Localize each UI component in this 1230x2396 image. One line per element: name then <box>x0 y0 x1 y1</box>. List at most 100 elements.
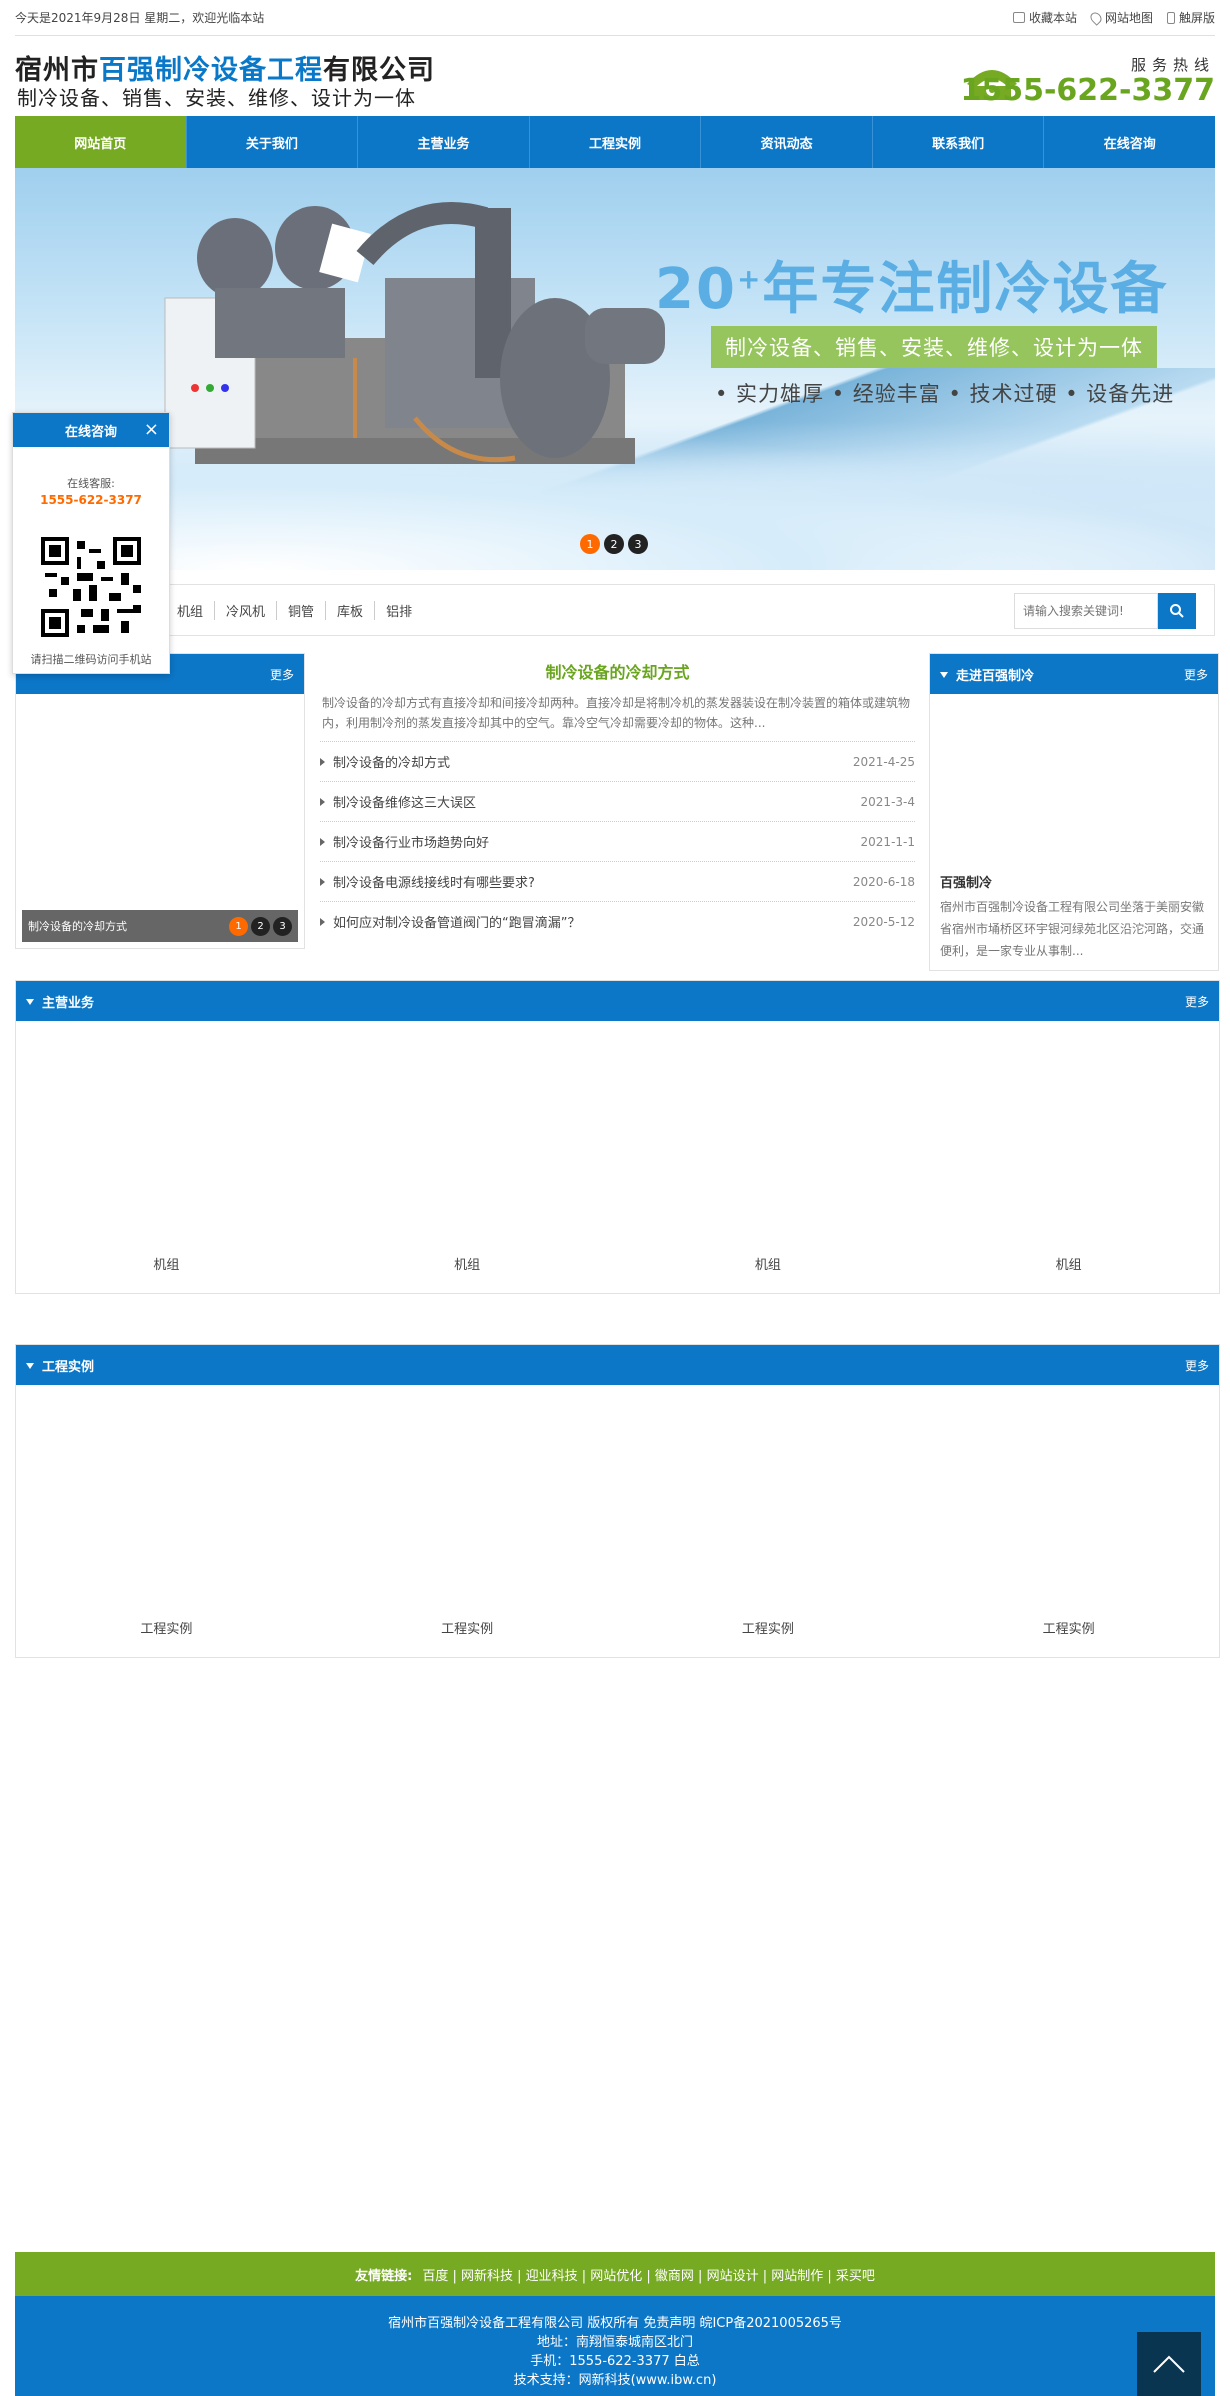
qr-code-icon <box>41 537 141 637</box>
search-button[interactable] <box>1158 593 1196 629</box>
featured-news-intro: 制冷设备的冷却方式有直接冷却和间接冷却两种。直接冷却是将制冷机的蒸发器装设在制冷… <box>322 696 911 730</box>
business-item[interactable]: 机组 <box>618 1254 919 1273</box>
category-link[interactable]: 铜管 <box>277 600 327 620</box>
copyright-line: 宿州市百强制冷设备工程有限公司 版权所有 免责声明 皖ICP备202100526… <box>388 2316 842 2331</box>
case-item[interactable]: 工程实例 <box>618 1618 919 1637</box>
search-box <box>1014 593 1196 629</box>
banner-headline-sup: + <box>736 262 763 296</box>
search-input[interactable] <box>1014 593 1158 629</box>
news-item[interactable]: 制冷设备维修这三大误区 2021-3-4 <box>320 781 915 821</box>
news-slideshow-panel: 更多 制冷设备的冷却方式 1 2 3 <box>15 653 305 949</box>
top-bar: 今天是2021年9月28日 星期二，欢迎光临本站 收藏本站 网站地图 触屏版 <box>15 0 1215 36</box>
category-link[interactable]: 库板 <box>326 600 376 620</box>
news-list: 制冷设备的冷却方式 2021-4-25 制冷设备维修这三大误区 2021-3-4 制… <box>320 741 915 941</box>
featured-news-title[interactable]: 制冷设备的冷却方式 <box>320 659 915 683</box>
chevron-up-icon <box>1153 2355 1185 2373</box>
bullet-icon <box>320 797 325 806</box>
nav-business[interactable]: 主营业务 <box>358 116 530 168</box>
banner-dot[interactable]: 2 <box>604 534 624 554</box>
news-title: 制冷设备的冷却方式 <box>333 756 451 771</box>
category-link[interactable]: 铝排 <box>375 601 423 620</box>
nav-home[interactable]: 网站首页 <box>15 116 187 168</box>
panel-header: 走进百强制冷 更多 <box>930 654 1218 694</box>
about-company-name: 百强制冷 <box>940 876 993 891</box>
case-item[interactable]: 工程实例 <box>317 1618 618 1637</box>
business-item[interactable]: 机组 <box>918 1254 1219 1273</box>
hotline-number: 1555-622-3377 <box>960 73 1215 108</box>
consult-service-label: 在线客服: <box>67 477 115 490</box>
arrow-down-icon <box>940 672 948 678</box>
category-link[interactable]: 冷风机 <box>215 600 278 620</box>
bullet-icon <box>320 757 325 766</box>
search-icon <box>1170 604 1184 618</box>
qr-caption: 请扫描二维码访问手机站 <box>30 653 152 666</box>
bullet-icon <box>320 837 325 846</box>
panel-title: 工程实例 <box>42 1359 95 1375</box>
more-link[interactable]: 更多 <box>1185 993 1209 1010</box>
news-item[interactable]: 如何应对制冷设备管道阀门的“跑冒滴漏”？ 2020-5-12 <box>320 901 915 941</box>
news-item[interactable]: 制冷设备行业市场趋势向好 2021-1-1 <box>320 821 915 861</box>
nav-about[interactable]: 关于我们 <box>187 116 359 168</box>
news-list-panel: 制冷设备的冷却方式 制冷设备的冷却方式有直接冷却和间接冷却两种。直接冷却是将制冷… <box>320 653 915 949</box>
slide-dot[interactable]: 1 <box>229 916 248 936</box>
nav-news[interactable]: 资讯动态 <box>701 116 873 168</box>
header: 宿州市百强制冷设备工程有限公司 制冷设备、销售、安装、维修、设计为一体 服务热线… <box>15 36 1215 116</box>
search-bar: 机组 冷风机 铜管 库板 铝排 <box>15 584 1215 636</box>
slideshow-caption-text: 制冷设备的冷却方式 <box>28 920 127 933</box>
nav-contact[interactable]: 联系我们 <box>873 116 1045 168</box>
news-item[interactable]: 制冷设备的冷却方式 2021-4-25 <box>320 741 915 781</box>
arrow-down-icon <box>26 1363 34 1369</box>
cases-grid: 工程实例 工程实例 工程实例 工程实例 <box>16 1618 1219 1637</box>
banner-dot[interactable]: 1 <box>580 534 600 554</box>
news-title: 如何应对制冷设备管道阀门的“跑冒滴漏”？ <box>333 916 581 931</box>
case-item[interactable]: 工程实例 <box>918 1618 1219 1637</box>
more-link[interactable]: 更多 <box>1185 1357 1209 1374</box>
banner-headline: 20+年专注制冷设备 <box>655 244 1168 325</box>
hero-banner[interactable]: 20+年专注制冷设备 制冷设备、销售、安装、维修、设计为一体 • 实力雄厚 • … <box>15 168 1215 570</box>
more-link[interactable]: 更多 <box>270 666 294 683</box>
slideshow-pagination: 1 2 3 <box>229 916 292 936</box>
mobile-link[interactable]: 触屏版 <box>1166 9 1215 26</box>
bullet-icon <box>320 917 325 926</box>
about-text: 宿州市百强制冷设备工程有限公司坐落于美丽安徽省宿州市埇桥区环宇银河绿苑北区沿沱河… <box>940 900 1205 958</box>
panel-title: 主营业务 <box>42 995 95 1011</box>
sitemap-link[interactable]: 网站地图 <box>1088 9 1153 26</box>
banner-dot[interactable]: 3 <box>628 534 648 554</box>
phone-line: 手机：1555-622-3377 白总 <box>530 2354 700 2369</box>
business-item[interactable]: 机组 <box>317 1254 618 1273</box>
friend-links: 友情链接: 百度 | 网新科技 | 迎业科技 | 网站优化 | 徽商网 | 网站… <box>15 2252 1215 2296</box>
support-line: 技术支持：网新科技(www.ibw.cn) <box>513 2373 717 2388</box>
back-to-top-button[interactable] <box>1137 2332 1201 2396</box>
news-title: 制冷设备电源线接线时有哪些要求? <box>333 876 535 891</box>
close-icon[interactable]: × <box>144 419 159 440</box>
top-links: 收藏本站 网站地图 触屏版 <box>1012 9 1215 26</box>
case-item[interactable]: 工程实例 <box>16 1618 317 1637</box>
favorite-link[interactable]: 收藏本站 <box>1012 9 1077 26</box>
news-date: 2021-3-4 <box>860 794 915 809</box>
business-grid: 机组 机组 机组 机组 <box>16 1254 1219 1273</box>
slide-dot[interactable]: 2 <box>251 916 270 936</box>
friend-links-list[interactable]: 百度 | 网新科技 | 迎业科技 | 网站优化 | 徽商网 | 网站设计 | 网… <box>422 2265 875 2284</box>
category-link[interactable]: 机组 <box>166 600 216 620</box>
news-title: 制冷设备行业市场趋势向好 <box>333 836 490 851</box>
consult-phone: 1555-622-3377 <box>40 493 142 507</box>
slide-dot[interactable]: 3 <box>273 916 292 936</box>
business-item[interactable]: 机组 <box>16 1254 317 1273</box>
mobile-icon <box>1166 11 1175 24</box>
address-line: 地址：南翔恒泰城南区北门 <box>536 2335 693 2350</box>
main-nav: 网站首页 关于我们 主营业务 工程实例 资讯动态 联系我们 在线咨询 <box>15 116 1215 168</box>
about-panel: 走进百强制冷 更多 百强制冷 宿州市百强制冷设备工程有限公司坐落于美丽安徽省宿州… <box>929 653 1219 971</box>
footer: 宿州市百强制冷设备工程有限公司 版权所有 免责声明 皖ICP备202100526… <box>15 2296 1215 2396</box>
nav-consult[interactable]: 在线咨询 <box>1044 116 1215 168</box>
slideshow-caption[interactable]: 制冷设备的冷却方式 1 2 3 <box>22 910 298 942</box>
news-date: 2021-1-1 <box>860 834 915 849</box>
news-date: 2020-6-18 <box>852 874 915 889</box>
nav-cases[interactable]: 工程实例 <box>530 116 702 168</box>
more-link[interactable]: 更多 <box>1184 666 1208 683</box>
news-item[interactable]: 制冷设备电源线接线时有哪些要求? 2020-6-18 <box>320 861 915 901</box>
bookmark-icon <box>1012 12 1025 23</box>
friend-links-label: 友情链接: <box>355 2268 413 2284</box>
location-icon <box>1088 9 1104 26</box>
panel-header: 主营业务 更多 <box>16 981 1219 1021</box>
welcome-text: 今天是2021年9月28日 星期二，欢迎光临本站 <box>15 11 265 25</box>
